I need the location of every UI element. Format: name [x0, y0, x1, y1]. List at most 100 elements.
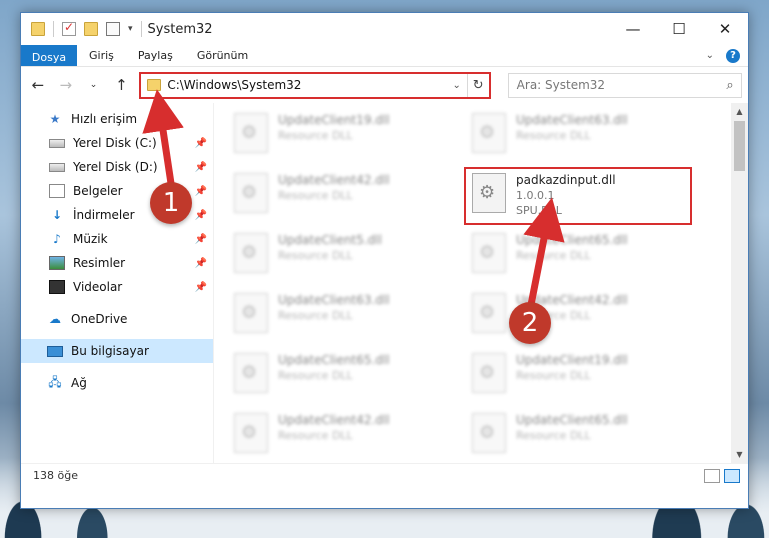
pin-icon[interactable]: 📌	[195, 162, 207, 173]
address-bar[interactable]: C:\Windows\System32 ⌄ ↻	[139, 71, 491, 99]
list-item[interactable]: UpdateClient5.dll Resource DLL	[234, 227, 472, 287]
file-description: Resource DLL	[516, 129, 591, 142]
annotation-badge-1: 1	[150, 182, 192, 224]
navigation-bar: ← → ⌄ ↑ C:\Windows\System32 ⌄ ↻ Ara: Sys…	[21, 67, 748, 103]
file-name: UpdateClient65.dll	[516, 233, 628, 247]
file-name: UpdateClient19.dll	[516, 353, 628, 367]
list-item[interactable]: UpdateClient42.dllResource DLL	[472, 287, 710, 347]
refresh-button[interactable]: ↻	[466, 73, 489, 97]
sidebar-item-label: İndirmeler	[73, 208, 135, 222]
dll-file-icon	[234, 173, 268, 213]
dll-file-icon	[472, 353, 506, 393]
customize-icon[interactable]	[106, 22, 120, 36]
large-icons-view-icon[interactable]	[724, 468, 740, 483]
folder-icon[interactable]	[31, 22, 45, 36]
file-description: Resource DLL	[278, 189, 353, 202]
new-folder-icon[interactable]	[84, 22, 98, 36]
vertical-scrollbar[interactable]: ▲ ▼	[731, 103, 748, 463]
cloud-icon: ☁	[49, 312, 61, 326]
tab-share[interactable]: Paylaş	[126, 45, 185, 66]
ribbon-right: ⌄ ?	[706, 45, 748, 66]
pin-icon[interactable]: 📌	[195, 138, 207, 149]
divider	[140, 21, 142, 37]
pin-icon[interactable]: 📌	[195, 282, 207, 293]
sidebar-item-label: Müzik	[73, 232, 108, 246]
list-item[interactable]: UpdateClient19.dll Resource DLL	[234, 107, 472, 167]
list-item[interactable]: UpdateClient65.dll Resource DLL	[472, 227, 710, 287]
dll-file-icon	[472, 113, 506, 153]
videos-icon	[49, 280, 65, 294]
divider	[53, 21, 54, 37]
quick-access-toolbar: ▾	[21, 13, 142, 45]
file-list: UpdateClient19.dll Resource DLL UpdateCli…	[214, 103, 748, 463]
sidebar-item-pictures[interactable]: Resimler 📌	[21, 251, 213, 275]
help-icon[interactable]: ?	[726, 48, 740, 63]
sidebar-item-music[interactable]: ♪ Müzik 📌	[21, 227, 213, 251]
maximize-button[interactable]: ☐	[656, 13, 702, 45]
forward-button[interactable]: →	[55, 76, 77, 94]
tab-view[interactable]: Görünüm	[185, 45, 260, 66]
list-item[interactable]: UpdateClient42.dll Resource DLL	[234, 167, 472, 227]
pin-icon[interactable]: 📌	[195, 234, 207, 245]
dll-file-icon	[234, 233, 268, 273]
details-view-icon[interactable]	[704, 468, 720, 483]
list-item[interactable]: UpdateClient65.dll Resource DLL	[472, 407, 710, 463]
window-title: System32	[147, 21, 213, 37]
chevron-down-icon[interactable]: ▾	[128, 24, 133, 34]
file-name: UpdateClient63.dll	[278, 293, 390, 307]
list-item[interactable]: UpdateClient65.dll Resource DLL	[234, 347, 472, 407]
list-item[interactable]: UpdateClient63.dll Resource DLL	[472, 107, 710, 167]
sidebar-item-videos[interactable]: Videolar 📌	[21, 275, 213, 299]
dll-file-icon	[234, 113, 268, 153]
target-dll-file[interactable]: padkazdinput.dll 1.0.0.1 SPU.DLL	[464, 167, 710, 227]
properties-icon[interactable]	[62, 20, 76, 36]
drive-icon	[49, 138, 65, 148]
scroll-up-icon[interactable]: ▲	[731, 103, 748, 120]
list-item[interactable]: UpdateClient19.dll Resource DLL	[472, 347, 710, 407]
close-button[interactable]: ✕	[702, 13, 748, 45]
dll-file-icon	[472, 173, 506, 213]
sidebar-item-label: Videolar	[73, 280, 123, 294]
list-item[interactable]: UpdateClient63.dll Resource DLL	[234, 287, 472, 347]
search-input[interactable]: Ara: System32 ⌕	[507, 72, 742, 98]
scroll-thumb[interactable]	[734, 121, 745, 171]
sidebar-item-label: Belgeler	[73, 184, 123, 198]
sidebar-item-this-pc[interactable]: Bu bilgisayar	[21, 339, 213, 363]
sidebar-item-quick-access[interactable]: ★ Hızlı erişim	[21, 107, 213, 131]
file-name: UpdateClient63.dll	[516, 113, 628, 127]
dll-file-icon	[472, 293, 506, 333]
sidebar-item-network[interactable]: 🖧 Ağ	[21, 371, 213, 395]
item-count: 138 öğe	[33, 469, 78, 482]
pin-icon[interactable]: 📌	[195, 210, 207, 221]
sidebar-item-label: Bu bilgisayar	[71, 344, 149, 358]
tab-file[interactable]: Dosya	[21, 45, 77, 66]
ribbon-tabs: Dosya Giriş Paylaş Görünüm ⌄ ?	[21, 45, 748, 67]
network-icon: 🖧	[48, 374, 62, 389]
scroll-down-icon[interactable]: ▼	[731, 446, 748, 463]
tab-home[interactable]: Giriş	[77, 45, 126, 66]
sidebar-item-local-disk-d[interactable]: Yerel Disk (D:) 📌	[21, 155, 213, 179]
recent-locations-icon[interactable]: ⌄	[83, 80, 105, 90]
sidebar-item-label: Yerel Disk (D:)	[73, 160, 158, 174]
file-grid: UpdateClient19.dll Resource DLL UpdateCli…	[234, 107, 710, 463]
search-icon[interactable]: ⌕	[719, 78, 741, 93]
file-description: Resource DLL	[516, 249, 591, 262]
up-button[interactable]: ↑	[110, 76, 132, 94]
list-item[interactable]: UpdateClient42.dllResource DLL	[234, 407, 472, 463]
expand-ribbon-icon[interactable]: ⌄	[706, 50, 714, 61]
file-name: UpdateClient65.dll	[516, 413, 628, 427]
minimize-button[interactable]: —	[610, 13, 656, 45]
chevron-down-icon[interactable]: ⌄	[447, 80, 467, 91]
pin-icon[interactable]: 📌	[195, 186, 207, 197]
drive-icon	[49, 162, 65, 172]
file-description: Resource DLL	[278, 249, 353, 262]
back-button[interactable]: ←	[27, 76, 49, 94]
sidebar-item-local-disk-c[interactable]: Yerel Disk (C:) 📌	[21, 131, 213, 155]
address-path[interactable]: C:\Windows\System32	[167, 78, 446, 92]
file-name: UpdateClient19.dll	[278, 113, 390, 127]
pin-icon[interactable]: 📌	[195, 258, 207, 269]
file-name: UpdateClient65.dll	[278, 353, 390, 367]
file-name: UpdateClient42.dll	[278, 173, 390, 187]
sidebar-item-onedrive[interactable]: ☁ OneDrive	[21, 307, 213, 331]
